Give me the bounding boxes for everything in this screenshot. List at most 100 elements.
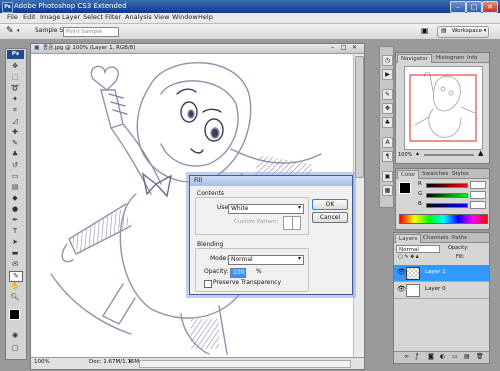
history-brush-tool-icon[interactable]: ↺ — [9, 161, 21, 170]
use-select[interactable]: White ▾ — [228, 204, 304, 214]
menu-help[interactable]: Help — [198, 14, 213, 21]
minimize-button[interactable]: – — [450, 1, 466, 13]
preserve-transparency-checkbox[interactable] — [204, 280, 212, 288]
type-tool-icon[interactable]: T — [9, 227, 21, 236]
vertical-scrollbar[interactable] — [353, 54, 364, 357]
tab-info[interactable]: Info — [464, 54, 480, 62]
marquee-tool-icon[interactable]: ⬚ — [9, 73, 21, 82]
screen-mode-icon[interactable]: ▢ — [9, 344, 21, 353]
layer-visibility-eye-icon[interactable]: 👁︎ — [397, 286, 406, 293]
sample-size-select[interactable]: Point Sample — [63, 27, 119, 37]
blue-slider[interactable] — [426, 203, 468, 208]
maximize-button[interactable]: □ — [466, 1, 482, 13]
tab-channels[interactable]: Channels — [420, 234, 451, 242]
adjustment-layer-icon[interactable]: ◐ — [440, 354, 445, 360]
tab-paths[interactable]: Paths — [449, 234, 470, 242]
delete-layer-icon[interactable]: 🗑︎ — [476, 354, 484, 360]
eyedropper-tool-icon[interactable]: ✎ — [9, 271, 23, 282]
zoom-in-icon[interactable]: ▲ — [478, 150, 483, 157]
lasso-tool-icon[interactable]: ➰ — [9, 84, 21, 93]
menu-window[interactable]: Window — [172, 14, 198, 21]
color-spectrum-ramp[interactable] — [399, 214, 488, 224]
tab-color[interactable]: Color — [397, 170, 420, 179]
zoom-out-icon[interactable]: ▴ — [416, 151, 419, 157]
notes-tool-icon[interactable]: ✉ — [9, 260, 21, 269]
eyedropper-icon[interactable]: ✎ — [6, 27, 14, 36]
navigator-thumbnail[interactable] — [404, 66, 483, 150]
gradient-tool-icon[interactable]: ▤ — [9, 183, 21, 192]
crop-tool-icon[interactable]: ⌗ — [9, 106, 21, 115]
layer-blend-mode-select[interactable]: Normal — [396, 245, 440, 253]
status-menu-arrow-icon[interactable]: ▸ — [129, 359, 132, 365]
tab-layers[interactable]: Layers — [395, 234, 422, 243]
measurement-log-panel-icon[interactable]: ▦ — [382, 185, 393, 196]
shape-tool-icon[interactable]: ▬ — [9, 249, 21, 258]
character-panel-icon[interactable]: A — [382, 137, 393, 148]
paragraph-panel-icon[interactable]: ¶ — [382, 151, 393, 162]
doc-minimize-button[interactable]: – — [331, 45, 334, 51]
pen-tool-icon[interactable]: ✒ — [9, 216, 21, 225]
bridge-icon[interactable]: ▣ — [421, 27, 429, 35]
clone-source-panel-icon[interactable]: ♣ — [382, 117, 393, 128]
move-tool-icon[interactable]: ✥ — [9, 62, 21, 71]
blue-value-input[interactable] — [470, 201, 486, 209]
dodge-tool-icon[interactable]: ● — [9, 205, 21, 214]
magic-wand-tool-icon[interactable]: ✦ — [9, 95, 21, 104]
menu-filter[interactable]: Filter — [105, 14, 121, 21]
hand-tool-icon[interactable]: ✋ — [9, 282, 21, 291]
history-panel-icon[interactable]: ◷ — [382, 55, 393, 66]
menu-view[interactable]: View — [154, 14, 169, 21]
tab-styles[interactable]: Styles — [449, 170, 472, 178]
tab-swatches[interactable]: Swatches — [419, 170, 451, 178]
cancel-button[interactable]: Cancel — [312, 212, 348, 223]
tool-presets-panel-icon[interactable]: ✥ — [382, 103, 393, 114]
menu-layer[interactable]: Layer — [62, 14, 80, 21]
clone-stamp-tool-icon[interactable]: ♣ — [9, 150, 21, 159]
red-slider[interactable] — [426, 183, 468, 188]
new-group-icon[interactable]: ▭ — [452, 354, 458, 360]
brushes-panel-icon[interactable]: ✎ — [382, 89, 393, 100]
slice-tool-icon[interactable]: ◿ — [9, 117, 21, 126]
close-button[interactable]: ✕ — [482, 1, 498, 13]
menu-image[interactable]: Image — [40, 14, 60, 21]
foreground-color-swatch[interactable] — [9, 309, 20, 320]
vertical-scroll-thumb[interactable] — [355, 56, 364, 178]
doc-close-button[interactable]: ✕ — [352, 45, 357, 51]
menu-file[interactable]: File — [7, 14, 18, 21]
ok-button[interactable]: OK — [312, 199, 348, 210]
blur-tool-icon[interactable]: ◆ — [9, 194, 21, 203]
path-selection-tool-icon[interactable]: ➤ — [9, 238, 21, 247]
menu-select[interactable]: Select — [83, 14, 103, 21]
workspace-button[interactable]: ▤ Workspace ▾ — [437, 26, 489, 38]
menu-analysis[interactable]: Analysis — [125, 14, 152, 21]
quick-mask-icon[interactable]: ◉ — [9, 331, 21, 340]
red-value-input[interactable] — [470, 181, 486, 189]
link-layers-icon[interactable]: ∞ — [404, 354, 409, 360]
navigator-zoom-slider[interactable] — [424, 154, 474, 156]
actions-panel-icon[interactable]: ▶ — [382, 69, 393, 80]
healing-brush-tool-icon[interactable]: ✚ — [9, 128, 21, 137]
new-layer-icon[interactable]: ▤ — [464, 354, 470, 360]
layer-comps-panel-icon[interactable]: ▣ — [382, 171, 393, 182]
navigator-zoom-value[interactable]: 100% — [398, 153, 412, 158]
menu-edit[interactable]: Edit — [23, 14, 36, 21]
zoom-level-field[interactable]: 100% — [34, 359, 50, 366]
layer-row[interactable]: 👁︎ Layer 0 — [394, 282, 489, 299]
tool-preset-chevron-icon[interactable]: ▾ — [17, 29, 20, 34]
layer-mask-icon[interactable]: ◙ — [428, 354, 434, 360]
layer-row[interactable]: 👁︎ Layer 1 — [394, 265, 489, 282]
doc-maximize-button[interactable]: □ — [341, 45, 347, 51]
eraser-tool-icon[interactable]: ▭ — [9, 172, 21, 181]
green-slider[interactable] — [426, 193, 468, 198]
lock-icons[interactable]: ▢ ✎ ✥ 🔒︎ — [398, 255, 419, 260]
tab-histogram[interactable]: Histogram — [433, 54, 468, 62]
horizontal-scrollbar[interactable] — [139, 360, 351, 368]
zoom-tool-icon[interactable]: 🔍︎ — [9, 293, 21, 302]
layer-style-icon[interactable]: ƒ — [416, 354, 418, 360]
color-foreground-swatch[interactable] — [399, 182, 411, 194]
layer-visibility-eye-icon[interactable]: 👁︎ — [397, 269, 406, 276]
opacity-input[interactable]: 100 — [230, 268, 246, 278]
tab-navigator[interactable]: Navigator — [397, 54, 432, 63]
green-value-input[interactable] — [470, 191, 486, 199]
mode-select[interactable]: Normal ▾ — [228, 255, 304, 265]
